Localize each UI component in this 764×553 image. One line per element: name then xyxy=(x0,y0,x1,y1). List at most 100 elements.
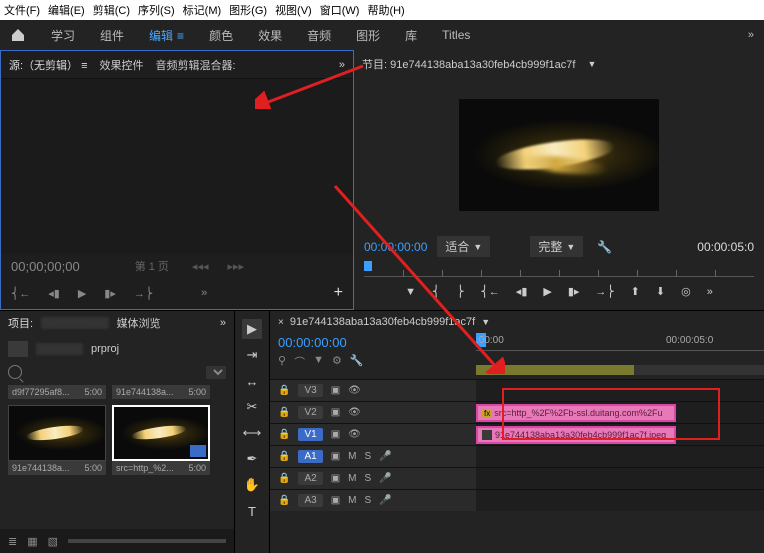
source-tab[interactable]: 源:（无剪辑） xyxy=(9,57,88,73)
solo-icon[interactable]: S xyxy=(364,495,371,506)
track-label[interactable]: V1 xyxy=(298,428,322,441)
solo-icon[interactable]: S xyxy=(364,473,371,484)
track-body[interactable] xyxy=(476,446,764,467)
eye-icon[interactable]: 👁 xyxy=(348,407,361,418)
ws-graphics[interactable]: 图形 xyxy=(356,27,380,44)
settings-icon[interactable]: 🔧 xyxy=(597,240,612,254)
source-more-icon[interactable]: » xyxy=(201,287,207,299)
track-label[interactable]: V2 xyxy=(298,406,322,419)
effect-controls-tab[interactable]: 效果控件 xyxy=(100,57,144,73)
hand-tool-icon[interactable]: ✋ xyxy=(242,475,262,495)
clip-v1[interactable]: 91e744138aba13a30feb4cb999f1ac7f.jpeg xyxy=(476,426,676,444)
lift-icon[interactable]: ⬆ xyxy=(631,285,640,298)
razor-tool-icon[interactable]: ✂ xyxy=(242,397,262,417)
pen-tool-icon[interactable]: ✒ xyxy=(242,449,262,469)
track-body[interactable]: fxsrc=http_%2F%2Fb-ssl.duitang.com%2Fu xyxy=(476,402,764,423)
add-marker-icon[interactable]: ▼ xyxy=(405,286,416,298)
step-back-icon[interactable]: ◂▮ xyxy=(516,285,528,298)
menu-window[interactable]: 窗口(W) xyxy=(320,2,360,18)
program-playhead-icon[interactable] xyxy=(364,261,372,271)
mic-icon[interactable]: 🎤 xyxy=(379,451,391,462)
menu-sequence[interactable]: 序列(S) xyxy=(138,2,175,18)
lock-icon[interactable]: 🔒 xyxy=(278,495,290,506)
track-body[interactable] xyxy=(476,468,764,489)
icon-view-icon[interactable]: ▦ xyxy=(27,535,37,548)
menu-graphics[interactable]: 图形(G) xyxy=(229,2,267,18)
source-overflow-icon[interactable]: » xyxy=(339,59,345,71)
mute-icon[interactable]: M xyxy=(348,451,356,462)
marker-icon[interactable]: ▼ xyxy=(313,354,324,370)
play-icon[interactable]: ▶ xyxy=(78,287,86,300)
fit-select[interactable]: 适合 ▼ xyxy=(437,236,490,257)
mute-icon[interactable]: M xyxy=(348,495,356,506)
ws-effects[interactable]: 效果 xyxy=(258,27,282,44)
ws-titles[interactable]: Titles xyxy=(442,28,470,42)
track-label[interactable]: A3 xyxy=(298,494,322,507)
source-nav-right-icon[interactable]: ▸▸▸ xyxy=(228,260,245,273)
bin-item[interactable]: 91e744138a...5:00 xyxy=(112,385,210,399)
source-timecode[interactable]: 00;00;00;00 xyxy=(11,259,80,274)
track-label[interactable]: A2 xyxy=(298,472,322,485)
go-in-icon[interactable]: ⎨← xyxy=(481,285,500,298)
track-body[interactable] xyxy=(476,490,764,511)
menu-marker[interactable]: 标记(M) xyxy=(183,2,222,18)
timeline-tab-dropdown-icon[interactable]: ▼ xyxy=(481,317,490,327)
quality-select[interactable]: 完整 ▼ xyxy=(530,236,583,257)
go-out-icon[interactable]: →⎬ xyxy=(595,285,614,298)
track-body[interactable]: 91e744138aba13a30feb4cb999f1ac7f.jpeg xyxy=(476,424,764,445)
program-more-icon[interactable]: » xyxy=(707,286,713,298)
toggle-output-icon[interactable]: ▣ xyxy=(331,495,340,506)
step-fwd-icon[interactable]: ▮▸ xyxy=(568,285,580,298)
program-ruler[interactable] xyxy=(364,263,754,277)
mark-out-icon[interactable]: ⎬ xyxy=(456,285,464,298)
list-view-icon[interactable]: ≣ xyxy=(8,535,17,548)
mark-in-icon[interactable]: ⎨ xyxy=(432,285,440,298)
menu-edit[interactable]: 编辑(E) xyxy=(48,2,85,18)
timeline-timecode[interactable]: 00:00:00:00 xyxy=(278,335,468,350)
snap-icon[interactable]: ⚲ xyxy=(278,354,286,370)
close-seq-icon[interactable]: × xyxy=(278,317,284,328)
ws-assembly[interactable]: 组件 xyxy=(100,27,124,44)
track-label[interactable]: V3 xyxy=(298,384,322,397)
menu-help[interactable]: 帮助(H) xyxy=(367,2,404,18)
program-viewer[interactable] xyxy=(354,78,764,232)
program-dropdown-icon[interactable]: ▼ xyxy=(587,59,596,69)
ws-editing[interactable]: 编辑 xyxy=(149,27,184,44)
export-frame-icon[interactable]: ◎ xyxy=(681,285,691,298)
track-select-tool-icon[interactable]: ⇥ xyxy=(242,345,262,365)
mark-out-icon[interactable]: →⎬ xyxy=(134,287,153,300)
wrench-icon[interactable]: 🔧 xyxy=(350,354,364,370)
lock-icon[interactable]: 🔒 xyxy=(278,473,290,484)
program-timecode[interactable]: 00:00:00:00 xyxy=(364,240,427,254)
add-button-icon[interactable]: + xyxy=(334,284,343,302)
link-icon[interactable]: ⌒ xyxy=(294,354,305,370)
eye-icon[interactable]: 👁 xyxy=(348,429,361,440)
program-title[interactable]: 节目: 91e744138aba13a30feb4cb999f1ac7f xyxy=(362,56,575,72)
ws-overflow-icon[interactable]: » xyxy=(748,29,754,41)
audio-mixer-tab[interactable]: 音频剪辑混合器: xyxy=(156,57,236,73)
mic-icon[interactable]: 🎤 xyxy=(379,495,391,506)
slip-tool-icon[interactable]: ⟷ xyxy=(242,423,262,443)
eye-icon[interactable]: 👁 xyxy=(348,385,361,396)
lock-icon[interactable]: 🔒 xyxy=(278,385,290,396)
project-overflow-icon[interactable]: » xyxy=(220,317,226,329)
toggle-output-icon[interactable]: ▣ xyxy=(331,385,340,396)
ws-audio[interactable]: 音频 xyxy=(307,27,331,44)
lock-icon[interactable]: 🔒 xyxy=(278,451,290,462)
menu-view[interactable]: 视图(V) xyxy=(275,2,312,18)
ws-lib[interactable]: 库 xyxy=(405,27,417,44)
settings-icon[interactable]: ⚙ xyxy=(332,354,342,370)
solo-icon[interactable]: S xyxy=(364,451,371,462)
menu-file[interactable]: 文件(F) xyxy=(4,2,40,18)
filter-select[interactable] xyxy=(206,366,226,379)
search-icon[interactable] xyxy=(8,365,22,379)
type-tool-icon[interactable]: T xyxy=(242,501,262,521)
ripple-tool-icon[interactable]: ↔ xyxy=(242,371,262,391)
ws-color[interactable]: 颜色 xyxy=(209,27,233,44)
lock-icon[interactable]: 🔒 xyxy=(278,407,290,418)
step-fwd-icon[interactable]: ▮▸ xyxy=(104,287,116,300)
lock-icon[interactable]: 🔒 xyxy=(278,429,290,440)
bin-item[interactable]: d9f77295af8...5:00 xyxy=(8,385,106,399)
ws-learn[interactable]: 学习 xyxy=(51,27,75,44)
toggle-output-icon[interactable]: ▣ xyxy=(331,407,340,418)
